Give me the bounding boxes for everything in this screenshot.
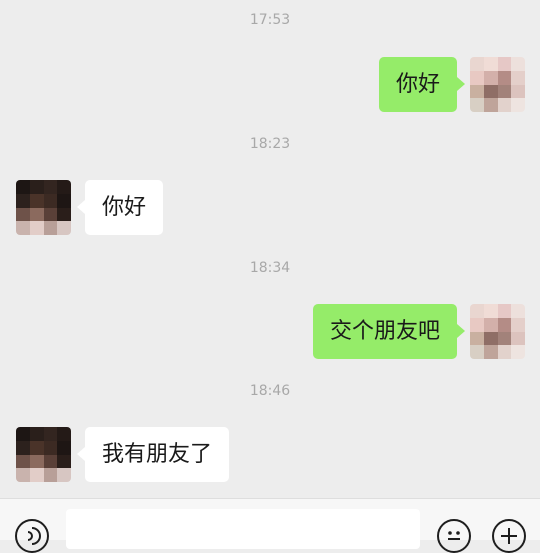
contact-avatar[interactable] bbox=[16, 180, 71, 235]
message-input[interactable] bbox=[66, 509, 420, 549]
timestamp: 18:46 bbox=[249, 383, 291, 399]
voice-icon[interactable] bbox=[15, 519, 49, 553]
timestamp: 18:23 bbox=[249, 136, 291, 152]
contact-avatar[interactable] bbox=[16, 427, 71, 482]
timestamp: 17:53 bbox=[249, 12, 291, 28]
message-bubble-incoming[interactable]: 你好 bbox=[76, 180, 164, 235]
emoji-icon[interactable] bbox=[437, 519, 471, 553]
chat-area: 17:53 你好 18:23 你好 18:34 交个朋友吧 18:46 我有朋友… bbox=[0, 0, 540, 498]
message-bubble-outgoing[interactable]: 你好 bbox=[378, 57, 466, 112]
message-bubble-outgoing[interactable]: 交个朋友吧 bbox=[312, 304, 466, 359]
my-avatar[interactable] bbox=[470, 57, 525, 112]
input-bar bbox=[0, 498, 540, 553]
my-avatar[interactable] bbox=[470, 304, 525, 359]
message-bubble-incoming[interactable]: 我有朋友了 bbox=[76, 427, 230, 482]
plus-icon[interactable] bbox=[492, 519, 526, 553]
timestamp: 18:34 bbox=[249, 260, 291, 276]
